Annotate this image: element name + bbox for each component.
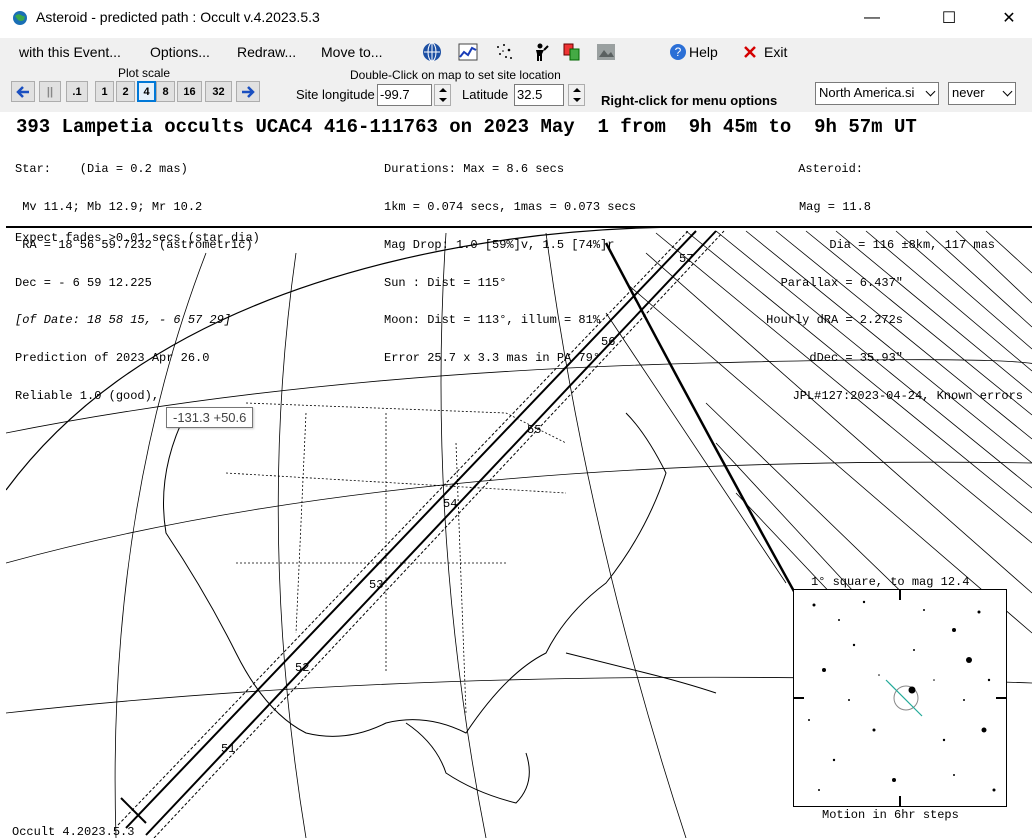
- scale-button-8[interactable]: 8: [156, 81, 175, 102]
- scroll-left-button[interactable]: [11, 81, 35, 102]
- time-label-57: 57: [679, 252, 694, 266]
- latitude-input[interactable]: 32.5: [514, 84, 564, 106]
- minimize-button[interactable]: —: [849, 0, 895, 36]
- menu-move-to[interactable]: Move to...: [321, 44, 382, 60]
- maximize-button[interactable]: ☐: [926, 0, 972, 36]
- arrow-left-icon: [16, 85, 29, 98]
- globe-icon[interactable]: [422, 42, 442, 62]
- star-chart-svg: [794, 590, 1006, 806]
- exit-button[interactable]: Exit: [764, 44, 787, 60]
- time-label-54: 54: [443, 497, 458, 511]
- plot-scale-label: Plot scale: [118, 66, 171, 80]
- footer-version: Occult 4.2023.5.3: [12, 825, 135, 838]
- latitude-spinner[interactable]: [568, 84, 585, 106]
- time-label-53: 53: [369, 578, 384, 592]
- window-title: Asteroid - predicted path : Occult v.4.2…: [36, 9, 320, 25]
- scroll-right-button[interactable]: [236, 81, 260, 102]
- site-file-select[interactable]: North America.si: [815, 82, 939, 105]
- earth-limb: [6, 226, 1032, 491]
- time-label-52: 52: [295, 661, 310, 675]
- star-chart-caption: Motion in 6hr steps: [822, 808, 959, 822]
- scale-button-32[interactable]: 32: [205, 81, 232, 102]
- latitude-label: Latitude: [462, 87, 509, 102]
- scale-button-2[interactable]: 2: [116, 81, 135, 102]
- time-label-51: 51: [221, 742, 236, 756]
- star-field-icon[interactable]: [494, 42, 514, 62]
- close-button[interactable]: ✕: [986, 0, 1032, 36]
- svg-text:?: ?: [675, 45, 682, 59]
- time-label-56: 56: [601, 335, 616, 349]
- menu-with-this-event[interactable]: with this Event...: [19, 44, 121, 60]
- scale-button-1[interactable]: 1: [95, 81, 114, 102]
- site-longitude-label: Site longitude: [296, 87, 375, 102]
- site-longitude-input[interactable]: -99.7: [377, 84, 432, 106]
- person-icon[interactable]: [530, 42, 550, 62]
- occultation-path: [117, 230, 725, 838]
- app-globe-icon: [13, 11, 27, 25]
- menu-options[interactable]: Options...: [150, 44, 210, 60]
- image-icon[interactable]: [596, 42, 616, 62]
- state-borders: [225, 402, 567, 714]
- arrow-right-icon: [242, 85, 255, 98]
- right-click-hint: Right-click for menu options: [601, 93, 778, 108]
- help-button[interactable]: Help: [689, 44, 718, 60]
- never-select[interactable]: never: [948, 82, 1016, 105]
- title-bar[interactable]: Asteroid - predicted path : Occult v.4.2…: [0, 0, 1032, 36]
- fade-note: Expect fades >0.01 secs (star dia): [15, 231, 260, 245]
- path-map-plot[interactable]: 393 Lampetia occults UCAC4 416-111763 on…: [6, 113, 1032, 838]
- coastlines: [163, 412, 717, 804]
- chart-icon[interactable]: [458, 42, 478, 62]
- double-click-hint: Double-Click on map to set site location: [350, 68, 561, 82]
- longitude-spinner[interactable]: [434, 84, 451, 106]
- never-value: never: [952, 85, 985, 100]
- site-file-value: North America.si: [819, 85, 915, 100]
- star-chart-title: 1° square, to mag 12.4: [811, 575, 970, 589]
- scale-button-4[interactable]: 4: [137, 81, 156, 102]
- coordinate-tooltip: -131.3 +50.6: [166, 407, 254, 428]
- star-chart-inset: [793, 589, 1007, 807]
- terminator-line: [604, 242, 808, 614]
- copy-icon[interactable]: [562, 42, 582, 62]
- scale-button-0-1[interactable]: .1: [66, 81, 88, 102]
- time-label-55: 55: [527, 423, 542, 437]
- chevron-down-icon: [925, 86, 936, 97]
- scale-button-16[interactable]: 16: [177, 81, 202, 102]
- menu-redraw[interactable]: Redraw...: [237, 44, 296, 60]
- exit-icon[interactable]: [742, 44, 758, 60]
- scale-button-pause[interactable]: ||: [39, 81, 61, 102]
- chevron-down-icon: [1002, 86, 1013, 97]
- help-icon[interactable]: ?: [668, 42, 688, 62]
